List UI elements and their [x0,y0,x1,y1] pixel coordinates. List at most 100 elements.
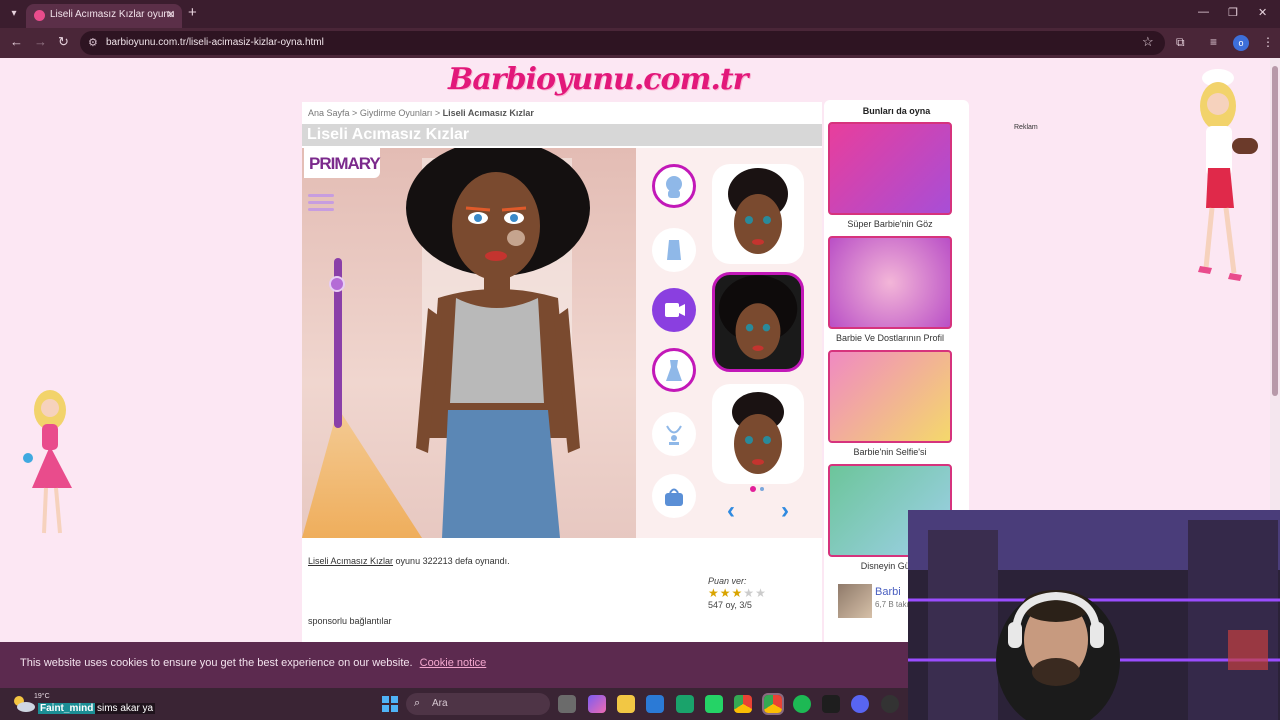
related-game-title[interactable]: Barbie'nin Selfie'si [828,447,952,457]
edge-icon[interactable] [676,695,694,713]
hairstyle-option-card[interactable] [712,164,804,264]
necklace-icon[interactable] [652,412,696,456]
tab-title: Liseli Acımasız Kızlar oyunu [50,9,175,20]
channel-subtitle: 6,7 B takı [875,600,909,609]
chrome-active-icon[interactable] [762,693,784,715]
breadcrumb-home[interactable]: Ana Sayfa [308,108,350,118]
profile-avatar[interactable]: o [1233,35,1249,51]
dress-icon[interactable] [652,348,696,392]
hairstyle-option-card[interactable] [712,384,804,484]
favicon-icon [34,10,45,21]
star-empty-icon[interactable]: ★ [743,586,755,600]
address-bar[interactable]: ⚙ barbioyunu.com.tr/liseli-acimasiz-kizl… [80,31,1165,55]
bag-icon[interactable] [652,474,696,518]
task-view-icon[interactable] [558,695,576,713]
site-logo[interactable]: Barbioyunu.com.tr [448,62,748,97]
minimize-icon[interactable]: — [1198,6,1209,18]
weather-icon[interactable] [10,692,36,716]
forward-icon[interactable]: → [34,34,47,49]
app-icon[interactable] [881,695,899,713]
game-link[interactable]: Liseli Acımasız Kızlar [308,556,393,566]
barbie-chef-image [1198,69,1258,281]
breadcrumb-separator: > [434,108,441,118]
star-filled-icon[interactable]: ★ [732,586,744,600]
pager-dot [760,487,764,491]
character-model [406,148,590,538]
breadcrumb: Ana Sayfa > Giydirme Oyunları > Liseli A… [308,108,534,118]
next-arrow-icon[interactable]: › [768,498,802,524]
browser-tab-bar: ▾ Liseli Acımasız Kızlar oyunu ✕ + — ❐ ✕ [0,0,1280,28]
ad-label: Reklam [1014,124,1038,131]
hairstyle-option-card-selected[interactable] [712,272,804,372]
restore-icon[interactable]: ❐ [1228,6,1238,19]
temperature-text: 19°C [34,693,50,700]
star-empty-icon[interactable]: ★ [755,586,767,600]
rating-stars[interactable]: ★★★★★ [708,586,767,600]
game-canvas[interactable]: PRIMARY ‹ › [302,148,822,538]
star-filled-icon[interactable]: ★ [720,586,732,600]
channel-thumbnail[interactable] [838,584,872,618]
related-game-card[interactable]: Barbie'nin Selfie'si [828,350,952,457]
breadcrumb-category[interactable]: Giydirme Oyunları [360,108,433,118]
breadcrumb-separator: > [352,108,358,118]
browser-toolbar: ← → ↻ ⚙ barbioyunu.com.tr/liseli-acimasi… [0,28,1280,58]
chrome-icon[interactable] [734,695,752,713]
search-placeholder: Ara [432,698,448,709]
hairstyle-icon[interactable] [652,164,696,208]
primary-logo: PRIMARY [304,148,381,178]
zoom-slider-knob[interactable] [329,276,345,292]
barbie-pink-dress-image [23,390,72,534]
breadcrumb-current: Liseli Acımasız Kızlar [442,108,534,118]
bookmark-star-icon[interactable]: ☆ [1142,34,1154,50]
media-control-icon[interactable]: ≡ [1210,35,1217,49]
scrollbar-thumb[interactable] [1272,66,1278,396]
url-text: barbioyunu.com.tr/liseli-acimasiz-kizlar… [106,37,324,48]
tab-search-icon[interactable]: ▾ [6,6,22,22]
related-game-thumbnail[interactable] [828,236,952,329]
site-info-icon[interactable]: ⚙ [88,36,98,49]
prev-arrow-icon[interactable]: ‹ [714,498,748,524]
related-game-title[interactable]: Barbie Ve Dostlarının Profil [828,333,952,343]
discord-icon[interactable] [851,695,869,713]
rate-label: Puan ver: [708,576,747,586]
related-game-thumbnail[interactable] [828,350,952,443]
channel-title[interactable]: Barbi [875,586,901,598]
reload-icon[interactable]: ↻ [58,34,69,50]
cookie-notice-link[interactable]: Cookie notice [420,657,487,669]
back-icon[interactable]: ← [10,34,23,49]
sidebar-heading: Bunları da oyna [862,106,931,116]
file-explorer-icon[interactable] [617,695,635,713]
terminal-icon[interactable] [822,695,840,713]
related-game-card[interactable]: Süper Barbie'nin Göz [828,122,952,229]
taskbar-search[interactable]: ⌕ Ara [406,693,550,715]
related-game-thumbnail[interactable] [828,122,952,215]
menu-kebab-icon[interactable]: ⋮ [1262,35,1274,49]
tab-close-icon[interactable]: ✕ [166,8,175,21]
chat-message: sims akar ya [95,703,156,714]
close-window-icon[interactable]: ✕ [1258,6,1267,19]
top-icon[interactable] [652,228,696,272]
new-tab-icon[interactable]: + [188,4,197,21]
extensions-icon[interactable]: ⧉ [1176,35,1185,50]
primary-brand-text: PRIMARY [309,154,381,173]
sponsored-links-label: sponsorlu bağlantılar [308,616,392,626]
video-ad-icon[interactable] [652,288,696,332]
star-filled-icon[interactable]: ★ [708,586,720,600]
chat-username: Faint_mind [38,703,96,714]
related-game-card[interactable]: Barbie Ve Dostlarının Profil [828,236,952,343]
main-content: Ana Sayfa > Giydirme Oyunları > Liseli A… [302,102,822,642]
play-count: oyunu 322213 defa oynandı. [395,556,510,566]
rating-count: 547 oy, 3/5 [708,600,752,610]
game-menu-icon[interactable] [308,194,334,214]
spotify-icon[interactable] [793,695,811,713]
copilot-icon[interactable] [588,695,606,713]
store-icon[interactable] [646,695,664,713]
game-title-bar: Liseli Acımasız Kızlar [302,124,822,146]
pager-dot-active [750,486,756,492]
whatsapp-icon[interactable] [705,695,723,713]
related-game-title[interactable]: Süper Barbie'nin Göz [828,219,952,229]
cookie-message: This website uses cookies to ensure you … [20,657,413,669]
browser-tab[interactable]: Liseli Acımasız Kızlar oyunu ✕ [26,4,182,28]
windows-start-icon[interactable] [382,696,398,712]
webcam-overlay [908,510,1280,720]
